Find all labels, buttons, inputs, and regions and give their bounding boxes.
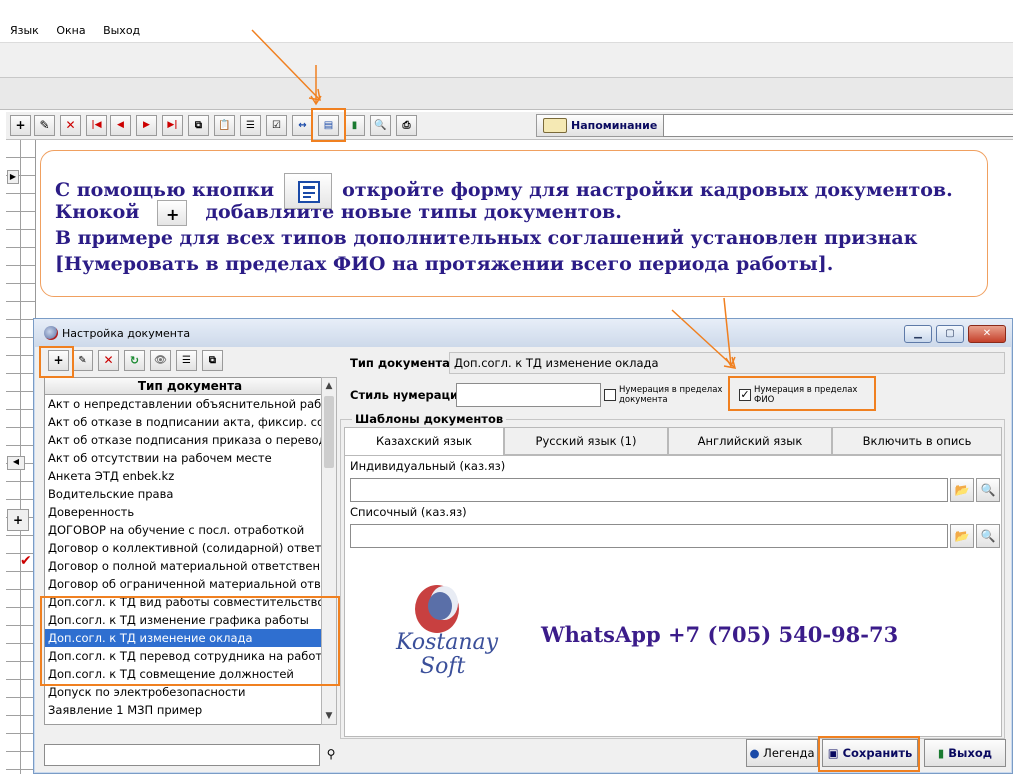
arrow-line <box>723 297 732 367</box>
arrow-line <box>251 29 321 101</box>
annotation-arrows <box>251 29 737 369</box>
